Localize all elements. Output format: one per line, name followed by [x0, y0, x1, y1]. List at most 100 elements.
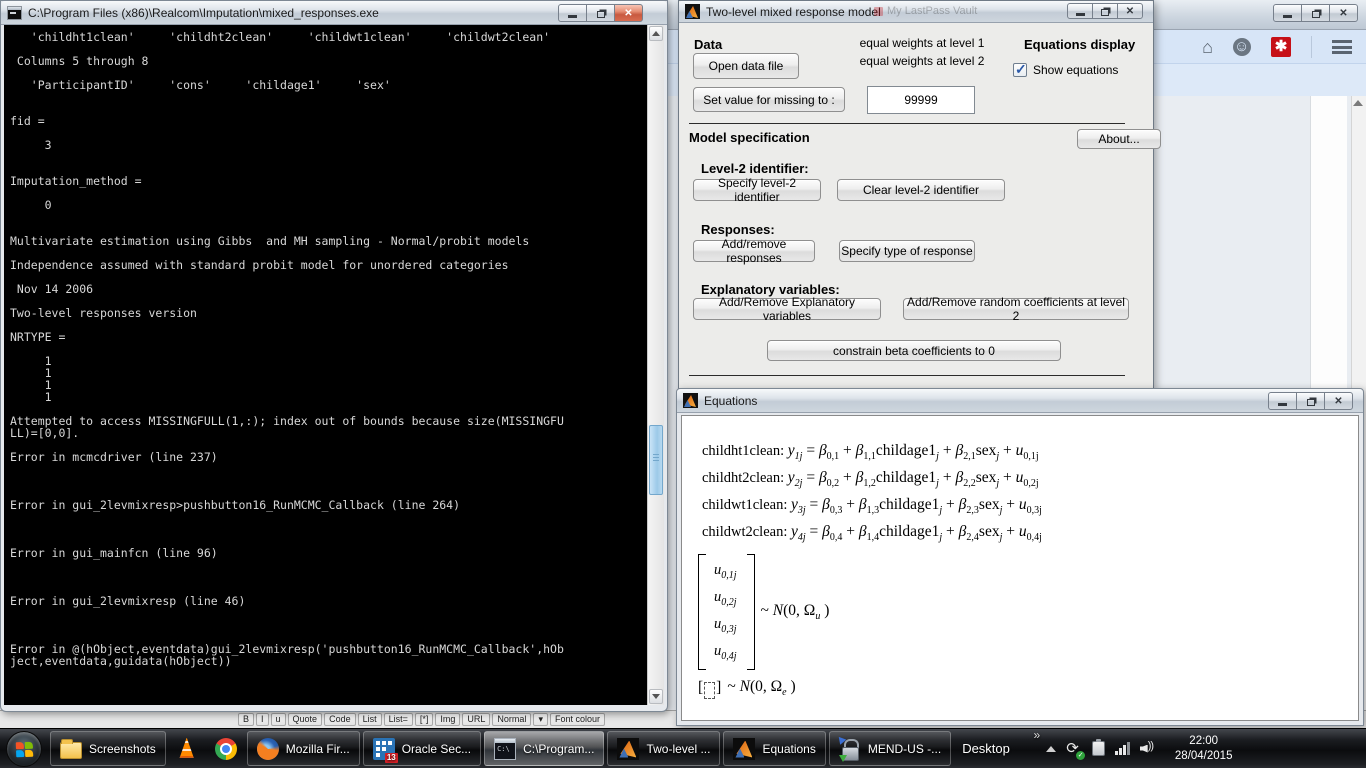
specify-level2-button[interactable]: Specify level-2 identifier: [693, 179, 821, 201]
add-explanatory-variables-button[interactable]: Add/Remove Explanatory variables: [693, 298, 881, 320]
restore-icon[interactable]: [1092, 3, 1118, 19]
show-equations-checkbox[interactable]: [1013, 63, 1027, 77]
data-section-heading: Data: [694, 37, 722, 52]
collapsed-matrix-box: [704, 682, 715, 699]
responses-heading: Responses:: [701, 222, 775, 237]
taskbar: Screenshots Mozilla Fir... 13 Oracle Sec...…: [0, 728, 1366, 768]
missing-value-input[interactable]: [867, 86, 975, 114]
feedback-smiley-icon[interactable]: [1233, 38, 1251, 56]
taskbar-mozilla-fir-button[interactable]: Mozilla Fir...: [247, 731, 360, 766]
u-vector-block: u0,1ju0,2ju0,3ju0,4j ~ N(0, Ωu ): [698, 554, 829, 670]
restore-icon[interactable]: [1296, 392, 1325, 410]
taskbar-button-label: Equations: [762, 742, 815, 756]
bracket-left: [698, 554, 706, 670]
taskbar-button-label: C:\Program...: [523, 742, 594, 756]
editor-toolbar-button[interactable]: ▾: [533, 713, 548, 726]
editor-toolbar-button[interactable]: Code: [324, 713, 356, 726]
editor-toolbar-button[interactable]: URL: [462, 713, 490, 726]
show-hidden-icons[interactable]: [1046, 746, 1056, 752]
lastpass-favicon: [874, 7, 883, 16]
scroll-up-icon[interactable]: [649, 26, 663, 41]
taskbar-mend-us-button[interactable]: MEND-US -...: [829, 731, 951, 766]
firefox-icon: [257, 738, 279, 760]
minimize-icon[interactable]: [1067, 3, 1093, 19]
close-icon[interactable]: ✕: [1117, 3, 1143, 19]
equations-canvas: childht1clean: y1j = β0,1 + β1,1childage…: [681, 415, 1359, 721]
device-tray-icon[interactable]: [1092, 741, 1105, 756]
vlc-icon: [176, 738, 198, 760]
system-tray: ⟳: [1046, 741, 1157, 757]
clock[interactable]: 22:00 28/04/2015: [1169, 734, 1239, 764]
editor-toolbar-button[interactable]: Font colour: [550, 713, 605, 726]
taskbar-two-level-button[interactable]: Two-level ...: [607, 731, 720, 766]
console-icon: [7, 6, 22, 20]
taskbar-equations-button[interactable]: Equations: [723, 731, 825, 766]
section-divider: [689, 123, 1125, 124]
minimize-icon[interactable]: [1273, 4, 1302, 22]
add-random-coefficients-button[interactable]: Add/Remove random coefficients at level …: [903, 298, 1129, 320]
chevron-icon[interactable]: »: [1034, 728, 1041, 742]
scroll-up-icon[interactable]: [1353, 100, 1363, 106]
equation-line: childwt1clean: y3j = β0,3 + β1,3childage…: [702, 496, 1042, 523]
weights-level2-label: equal weights at level 2: [857, 54, 987, 68]
matlab-icon: [617, 738, 639, 760]
editor-toolbar-button[interactable]: Img: [435, 713, 460, 726]
volume-icon[interactable]: [1140, 742, 1157, 756]
minimize-icon[interactable]: [558, 4, 587, 22]
desktop-label: Desktop: [962, 741, 1010, 756]
console-window-controls: ✕: [559, 4, 643, 22]
home-icon[interactable]: ⌂: [1202, 38, 1213, 56]
taskbar-button-label: Oracle Sec...: [402, 742, 471, 756]
equation-line: childht2clean: y2j = β0,2 + β1,2childage…: [702, 469, 1042, 496]
equation-line: childwt2clean: y4j = β0,4 + β1,4childage…: [702, 523, 1042, 550]
chrome-icon: [215, 738, 237, 760]
sync-tray-icon[interactable]: ⟳: [1066, 741, 1082, 757]
editor-toolbar-button[interactable]: Normal: [492, 713, 531, 726]
console-scrollbar[interactable]: [647, 25, 664, 705]
close-icon[interactable]: ✕: [1324, 392, 1353, 410]
editor-toolbar-button[interactable]: u: [271, 713, 286, 726]
set-missing-value-button[interactable]: Set value for missing to :: [693, 87, 845, 112]
restore-icon[interactable]: [586, 4, 615, 22]
u-vector-element: u0,3j: [714, 616, 737, 635]
taskbar-oracle-sec-button[interactable]: 13 Oracle Sec...: [363, 731, 481, 766]
editor-toolbar-button[interactable]: [*]: [415, 713, 434, 726]
taskbar-chrome-button[interactable]: [208, 731, 244, 766]
start-button[interactable]: [6, 731, 42, 767]
clear-level2-button[interactable]: Clear level-2 identifier: [837, 179, 1005, 201]
minimize-icon[interactable]: [1268, 392, 1297, 410]
taskbar-c-program-button[interactable]: C:\Program...: [484, 731, 604, 766]
toolbar-separator: [1311, 36, 1312, 58]
close-icon[interactable]: ✕: [614, 4, 643, 22]
close-icon[interactable]: ✕: [1329, 4, 1358, 22]
section-divider: [689, 375, 1125, 376]
constrain-beta-button[interactable]: constrain beta coefficients to 0: [767, 340, 1061, 361]
specify-response-type-button[interactable]: Specify type of response: [839, 240, 975, 262]
level2-identifier-heading: Level-2 identifier:: [701, 161, 809, 176]
lastpass-icon[interactable]: ✱: [1271, 37, 1291, 57]
editor-toolbar-button[interactable]: List=: [384, 713, 413, 726]
show-equations-label: Show equations: [1033, 63, 1118, 77]
model-spec-heading: Model specification: [689, 130, 810, 145]
open-data-file-button[interactable]: Open data file: [693, 53, 799, 79]
editor-toolbar-button[interactable]: I: [256, 713, 269, 726]
about-button[interactable]: About...: [1077, 129, 1161, 149]
restore-icon[interactable]: [1301, 4, 1330, 22]
desktop-toolbar[interactable]: Desktop »: [962, 741, 1032, 756]
equations-titlebar[interactable]: Equations: [677, 389, 1363, 413]
model-dialog-window: Two-level mixed response model My LastPa…: [678, 0, 1154, 389]
desktop: ✕ ⌂ ✱ BIuQuoteCodeListList=[*]ImgURLNorm…: [0, 0, 1366, 768]
taskbar-screenshots-button[interactable]: Screenshots: [50, 731, 166, 766]
oracle-icon: 13: [373, 738, 395, 760]
u-vector-element: u0,2j: [714, 589, 737, 608]
taskbar-vlc-button[interactable]: [169, 731, 205, 766]
menu-icon[interactable]: [1332, 40, 1352, 54]
add-remove-responses-button[interactable]: Add/remove responses: [693, 240, 815, 262]
network-signal-icon[interactable]: [1115, 742, 1130, 755]
scrollbar-thumb[interactable]: [649, 425, 663, 495]
editor-toolbar-button[interactable]: B: [238, 713, 254, 726]
editor-toolbar-button[interactable]: List: [358, 713, 382, 726]
scroll-down-icon[interactable]: [649, 689, 663, 704]
editor-toolbar-button[interactable]: Quote: [288, 713, 323, 726]
taskbar-button-label: MEND-US -...: [868, 742, 941, 756]
